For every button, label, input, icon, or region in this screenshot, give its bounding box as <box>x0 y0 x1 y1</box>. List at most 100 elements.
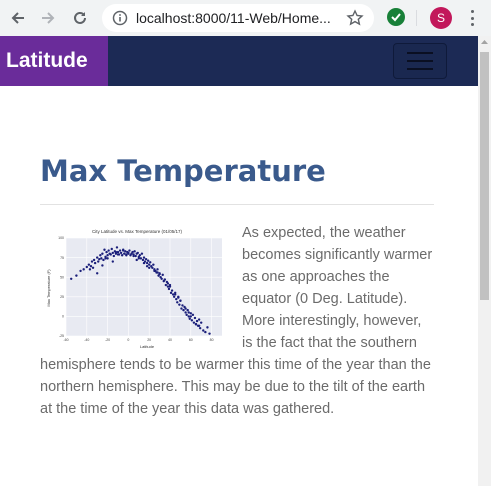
scroll-thumb[interactable] <box>480 52 489 300</box>
x-tick-label: -20 <box>105 338 110 342</box>
info-icon[interactable] <box>112 10 128 26</box>
navbar-toggle-button[interactable] <box>393 43 447 79</box>
x-tick-label: 20 <box>147 338 151 342</box>
x-axis-label: Latitude <box>140 344 155 349</box>
hamburger-icon <box>407 52 433 54</box>
data-point <box>149 261 152 264</box>
data-point <box>166 285 170 288</box>
data-point <box>190 319 194 322</box>
bookmark-star-icon[interactable] <box>346 9 364 27</box>
scatter-plot: City Latitude vs. Max Temperature (01/05… <box>44 226 230 352</box>
y-tick-label: 25 <box>60 295 64 299</box>
data-point <box>106 257 109 260</box>
title-divider <box>40 204 434 205</box>
data-point <box>90 260 94 263</box>
data-point <box>79 269 82 273</box>
data-point <box>148 266 151 269</box>
back-button[interactable] <box>6 6 30 30</box>
data-point <box>115 246 119 249</box>
data-point <box>138 254 142 257</box>
data-point <box>120 254 124 257</box>
data-point <box>145 261 149 265</box>
data-point <box>164 283 168 287</box>
profile-avatar[interactable]: S <box>430 7 452 29</box>
data-point <box>82 268 85 271</box>
data-point <box>92 258 96 262</box>
data-point <box>106 254 109 257</box>
data-point <box>96 272 99 275</box>
browser-toolbar: localhost:8000/11-Web/Home... S <box>0 0 491 36</box>
data-point <box>111 251 115 255</box>
extension-check-icon[interactable] <box>387 8 405 26</box>
x-tick-label: 40 <box>168 338 172 342</box>
data-point <box>163 278 166 281</box>
data-point <box>102 258 105 262</box>
data-point <box>103 248 106 251</box>
data-point <box>166 282 170 285</box>
address-bar[interactable]: localhost:8000/11-Web/Home... <box>102 4 374 32</box>
x-tick-label: -60 <box>63 338 68 342</box>
data-point <box>135 258 138 262</box>
data-point <box>139 257 143 260</box>
data-point <box>101 264 104 267</box>
x-tick-label: 0 <box>127 338 129 342</box>
scroll-up-arrow-icon[interactable] <box>478 36 491 48</box>
data-point <box>178 303 181 306</box>
page-title: Max Temperature <box>40 154 326 188</box>
data-point <box>107 249 110 252</box>
data-point <box>142 261 146 265</box>
data-point <box>156 268 159 271</box>
data-point <box>118 249 122 252</box>
data-point <box>136 251 139 255</box>
data-point <box>152 263 155 266</box>
data-point <box>192 321 196 324</box>
y-tick-label: -25 <box>59 334 64 338</box>
data-point <box>153 269 156 273</box>
data-point <box>184 307 187 310</box>
data-point <box>110 247 113 251</box>
data-point <box>174 293 177 296</box>
data-point <box>91 266 95 269</box>
data-point <box>101 252 104 255</box>
data-point <box>119 251 123 255</box>
data-point <box>175 297 178 301</box>
data-point <box>187 315 190 318</box>
browser-menu-icon[interactable] <box>466 8 478 28</box>
data-point <box>112 254 116 258</box>
data-point <box>167 287 171 291</box>
data-point <box>128 249 131 252</box>
data-point <box>111 260 115 263</box>
toolbar-divider <box>416 10 417 26</box>
data-point <box>198 326 202 330</box>
data-point <box>137 257 140 260</box>
data-point <box>85 265 88 269</box>
data-point <box>105 250 108 254</box>
data-point <box>99 254 102 257</box>
data-point <box>204 330 207 334</box>
data-point <box>170 289 174 292</box>
data-point <box>133 250 136 253</box>
forward-button[interactable] <box>36 6 60 30</box>
data-point <box>140 252 144 255</box>
data-point <box>151 266 154 269</box>
data-point <box>98 257 101 261</box>
navbar-brand[interactable]: Latitude <box>0 36 108 86</box>
data-point <box>148 263 151 266</box>
y-tick-label: 75 <box>60 256 64 260</box>
data-point <box>142 256 146 259</box>
data-point <box>189 312 192 315</box>
data-point <box>116 250 120 254</box>
reload-button[interactable] <box>68 6 92 30</box>
page-scrollbar[interactable] <box>478 36 491 486</box>
data-point <box>191 313 195 317</box>
data-point <box>182 308 185 312</box>
forward-arrow-icon <box>42 12 55 24</box>
data-point <box>141 258 145 262</box>
data-point <box>185 313 188 317</box>
data-point <box>70 277 73 280</box>
data-point <box>87 263 91 266</box>
data-point <box>186 308 189 312</box>
url-text[interactable]: localhost:8000/11-Web/Home... <box>136 10 331 26</box>
data-point <box>181 304 184 307</box>
data-point <box>123 252 126 255</box>
